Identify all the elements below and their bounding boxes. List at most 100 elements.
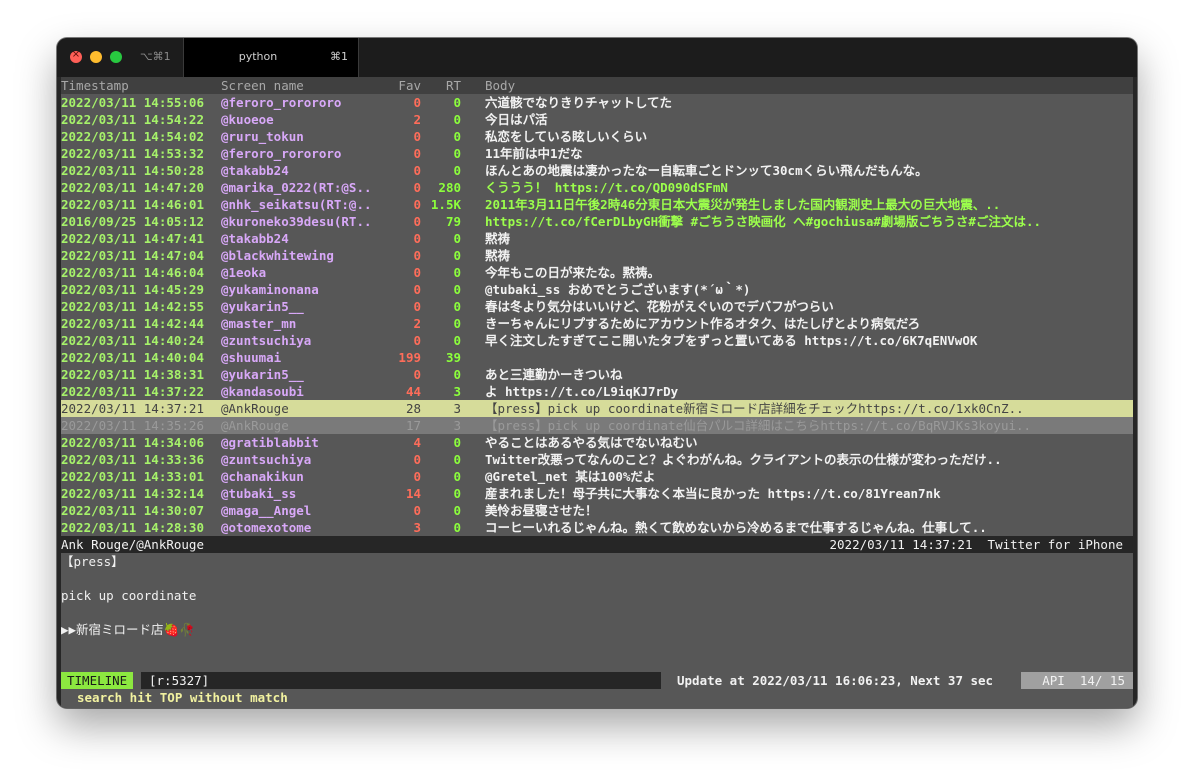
tweet-rt-count: 1.5K xyxy=(430,197,461,212)
tweet-body: 六道骸でなりきりチャットしてた xyxy=(485,95,673,110)
tweet-fav-count: 0 xyxy=(413,333,421,348)
tweet-rt-count: 3 xyxy=(453,418,461,433)
tweet-row[interactable]: 2022/03/11 14:34:06 @gratiblabbit 4 0 やることはあ… xyxy=(61,434,1133,451)
tweet-row[interactable]: 2022/03/11 14:38:31 @yukarin5__ 0 0 あと三連勤かーき… xyxy=(61,366,1133,383)
minimize-button[interactable] xyxy=(90,51,102,63)
tweet-rt-count: 0 xyxy=(453,112,461,127)
tweet-timestamp: 2022/03/11 14:42:55 xyxy=(61,299,204,314)
tweet-rt-count: 0 xyxy=(453,299,461,314)
tweet-row[interactable]: 2022/03/11 14:42:55 @yukarin5__ 0 0 春は冬より気分は… xyxy=(61,298,1133,315)
tweet-timestamp: 2022/03/11 14:42:44 xyxy=(61,316,204,331)
tweet-body: https://t.co/fCerDLbyGH衝撃 #ごちうさ映画化 へ#goc… xyxy=(485,214,1042,229)
tweet-fav-count: 0 xyxy=(413,197,421,212)
tweet-fav-count: 0 xyxy=(413,163,421,178)
tweet-row[interactable]: 2022/03/11 14:55:06 @feroro_rorororo 0 0 六道骸… xyxy=(61,94,1133,111)
tweet-fav-count: 0 xyxy=(413,452,421,467)
tweet-timestamp: 2022/03/11 14:46:01 xyxy=(61,197,204,212)
tweet-timestamp: 2022/03/11 14:38:31 xyxy=(61,367,204,382)
tweet-timestamp: 2022/03/11 14:50:28 xyxy=(61,163,204,178)
tweet-body: 今年もこの日が来たな。黙祷。 xyxy=(485,265,661,280)
tweet-rt-count: 0 xyxy=(453,333,461,348)
tweet-screen-name: @yukarin5__ xyxy=(221,367,304,382)
tweet-row[interactable]: 2022/03/11 14:47:04 @blackwhitewing 0 0 黙祷 xyxy=(61,247,1133,264)
tweet-screen-name: @1eoka xyxy=(221,265,267,280)
tweet-rt-count: 0 xyxy=(453,503,461,518)
api-counter: API 14/ 15 xyxy=(1021,672,1133,689)
tweet-row[interactable]: 2022/03/11 14:50:28 @takabb24 0 0 ほんとあの地震は凄か… xyxy=(61,162,1133,179)
tweet-fav-count: 0 xyxy=(413,146,421,161)
tweet-screen-name: @yukarin5__ xyxy=(221,299,304,314)
tweet-timestamp: 2022/03/11 14:47:20 xyxy=(61,180,204,195)
tweet-row[interactable]: 2022/03/11 14:47:41 @takabb24 0 0 黙祷 xyxy=(61,230,1133,247)
tweet-body: やることはあるやる気はでないねむい xyxy=(485,435,698,450)
tweet-timestamp: 2022/03/11 14:54:22 xyxy=(61,112,204,127)
tweet-row[interactable]: 2022/03/11 14:46:04 @1eoka 0 0 今年もこの日が来たな。黙祷… xyxy=(61,264,1133,281)
tweet-fav-count: 0 xyxy=(413,95,421,110)
tweet-row[interactable]: 2016/09/25 14:05:12 @kuroneko39desu(RT.. 0… xyxy=(61,213,1133,230)
col-rt: RT xyxy=(445,78,461,93)
tweet-rt-count: 0 xyxy=(453,282,461,297)
tweet-timestamp: 2022/03/11 14:37:21 xyxy=(61,401,204,416)
tweet-timestamp: 2022/03/11 14:30:07 xyxy=(61,503,204,518)
tweet-row[interactable]: 2022/03/11 14:40:24 @zuntsuchiya 0 0 早く注文したす… xyxy=(61,332,1133,349)
tweet-rt-count: 0 xyxy=(453,231,461,246)
tweet-row[interactable]: 2022/03/11 14:35:26 @AnkRouge 17 3 【press】pi… xyxy=(61,417,1133,434)
tweet-rt-count: 0 xyxy=(453,265,461,280)
tweet-row[interactable]: 2022/03/11 14:30:07 @maga__Angel 0 0 美怜お昼寝させ… xyxy=(61,502,1133,519)
tweet-fav-count: 14 xyxy=(405,486,421,501)
search-message: search hit TOP without match xyxy=(77,690,288,705)
tweet-timestamp: 2016/09/25 14:05:12 xyxy=(61,214,204,229)
tweet-fav-count: 199 xyxy=(398,350,421,365)
tweet-fav-count: 17 xyxy=(405,418,421,433)
tweet-body: @tubaki_ss おめでとうございます(*´ω｀*) xyxy=(485,282,751,297)
tweet-body: コーヒーいれるじゃんね。熱くて飲めないから冷めるまで仕事するじゃんね。仕事して.… xyxy=(485,520,987,535)
message-line: search hit TOP without match xyxy=(61,689,1133,706)
tweet-fav-count: 0 xyxy=(413,231,421,246)
tweet-row[interactable]: 2022/03/11 14:40:04 @shuumai 199 39 xyxy=(61,349,1133,366)
tweet-fav-count: 44 xyxy=(405,384,421,399)
tweet-row[interactable]: 2022/03/11 14:47:20 @marika_0222(RT:@S.. 0… xyxy=(61,179,1133,196)
col-screen-name: Screen name xyxy=(221,78,304,93)
tweet-body: 【press】pick up coordinate新宿ミロード店詳細をチェックh… xyxy=(485,401,1024,416)
tweet-body: くううう！ https://t.co/QD090dSFmN xyxy=(485,180,728,195)
col-timestamp: Timestamp xyxy=(61,78,129,93)
tweet-timestamp: 2022/03/11 14:35:26 xyxy=(61,418,204,433)
column-header: Timestamp Screen name Fav RT Body xyxy=(61,77,1133,94)
close-button[interactable]: × xyxy=(70,49,82,63)
tweet-rt-count: 0 xyxy=(453,129,461,144)
tweet-row[interactable]: 2022/03/11 14:32:14 @tubaki_ss 14 0 産まれました！母… xyxy=(61,485,1133,502)
terminal-content[interactable]: Timestamp Screen name Fav RT Body 2022/0… xyxy=(61,77,1133,708)
tweet-row[interactable]: 2022/03/11 14:45:29 @yukaminonana 0 0 @tubak… xyxy=(61,281,1133,298)
tweet-fav-count: 0 xyxy=(413,248,421,263)
tweet-screen-name: @feroro_rorororo xyxy=(221,146,342,161)
tweet-row[interactable]: 2022/03/11 14:42:44 @master_mn 2 0 きーちゃんにリプす… xyxy=(61,315,1133,332)
tweet-screen-name: @feroro_rorororo xyxy=(221,95,342,110)
tweet-row[interactable]: 2022/03/11 14:33:01 @chanakikun 0 0 @Gretel_… xyxy=(61,468,1133,485)
selected-tweet-row[interactable]: 2022/03/11 14:37:21 @AnkRouge 28 3 【press】pi… xyxy=(61,400,1133,417)
zoom-button[interactable] xyxy=(110,51,122,63)
tweet-screen-name: @zuntsuchiya xyxy=(221,333,312,348)
tweet-fav-count: 0 xyxy=(413,282,421,297)
tweet-rt-count: 0 xyxy=(453,316,461,331)
tweet-row[interactable]: 2022/03/11 14:37:22 @kandasoubi 44 3 よ https… xyxy=(61,383,1133,400)
tweet-row[interactable]: 2022/03/11 14:53:32 @feroro_rorororo 0 0 11年… xyxy=(61,145,1133,162)
tweet-screen-name: @yukaminonana xyxy=(221,282,319,297)
tweet-rt-count: 0 xyxy=(453,486,461,501)
tweet-screen-name: @AnkRouge xyxy=(221,418,289,433)
tweet-screen-name: @tubaki_ss xyxy=(221,486,297,501)
tweet-rt-count: 280 xyxy=(438,180,461,195)
tweet-fav-count: 0 xyxy=(413,214,421,229)
tweet-body: 私恋をしている眩しいくらい xyxy=(485,129,648,144)
terminal-window: × ⌥⌘1 python ⌘1 Timestamp Screen name Fa… xyxy=(57,38,1137,708)
tweet-row[interactable]: 2022/03/11 14:54:02 @ruru_tokun 0 0 私恋をしている眩… xyxy=(61,128,1133,145)
tab-python[interactable]: python ⌘1 xyxy=(183,38,359,77)
tweet-row[interactable]: 2022/03/11 14:46:01 @nhk_seikatsu(RT:@.. 0… xyxy=(61,196,1133,213)
tweet-row[interactable]: 2022/03/11 14:28:30 @otomexotome 3 0 コーヒーいれる… xyxy=(61,519,1133,536)
tweet-fav-count: 0 xyxy=(413,367,421,382)
tweet-fav-count: 28 xyxy=(405,401,421,416)
tweet-row[interactable]: 2022/03/11 14:33:36 @zuntsuchiya 0 0 Twitter… xyxy=(61,451,1133,468)
tweet-body: あと三連勤かーきついね xyxy=(485,367,623,382)
tweet-timestamp: 2022/03/11 14:54:02 xyxy=(61,129,204,144)
tweet-screen-name: @takabb24 xyxy=(221,163,289,178)
tweet-row[interactable]: 2022/03/11 14:54:22 @kuoeoe 2 0 今日はパ活 xyxy=(61,111,1133,128)
